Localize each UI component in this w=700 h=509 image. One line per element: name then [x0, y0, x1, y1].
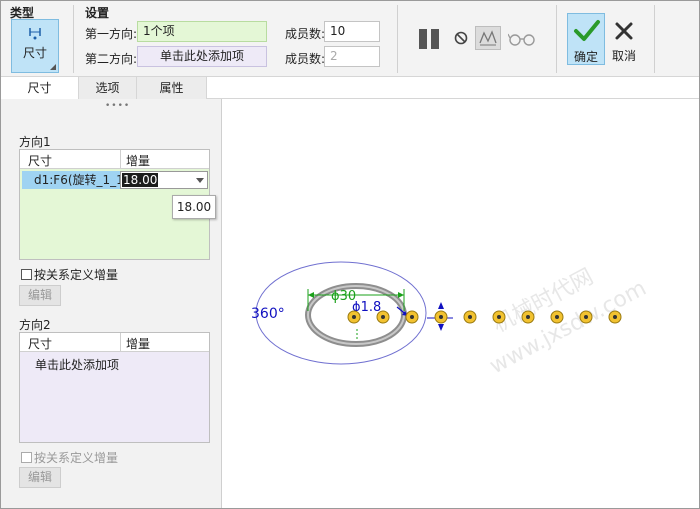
no-preview-icon[interactable]: [454, 31, 468, 45]
table-header: 尺寸 增量: [20, 333, 209, 352]
relation-increment-checkbox-1[interactable]: 按关系定义增量: [21, 266, 118, 283]
checkmark-icon: [574, 20, 600, 41]
pattern-member[interactable]: [405, 310, 419, 324]
pattern-member-center: [410, 315, 414, 319]
pause-icon[interactable]: [419, 29, 441, 49]
relation-increment-checkbox-2[interactable]: 按关系定义增量: [21, 449, 118, 466]
direction2-section-label: 方向2: [19, 318, 51, 332]
separator: [397, 5, 398, 73]
pattern-member-center: [468, 315, 472, 319]
pattern-member[interactable]: [579, 310, 593, 324]
panel-grip[interactable]: ••••: [105, 101, 130, 111]
dropdown-corner-icon: [50, 64, 56, 70]
separator: [654, 5, 655, 73]
edit-button-2[interactable]: 编辑: [19, 467, 61, 488]
members2-label: 成员数:: [285, 52, 326, 66]
members1-label: 成员数:: [285, 27, 326, 41]
column-increment-header: 增量: [126, 154, 151, 168]
verify-icon: [479, 30, 497, 46]
ok-label: 确定: [573, 50, 598, 64]
pattern-member[interactable]: [463, 310, 477, 324]
direction2-table[interactable]: 尺寸 增量 单击此处添加项: [19, 332, 210, 443]
increment-dropdown[interactable]: 18.00: [120, 171, 208, 189]
settings-group-label: 设置: [85, 6, 110, 20]
pattern-member-center: [555, 315, 559, 319]
members2-input[interactable]: 2: [324, 46, 380, 67]
dimension-type-label: 尺寸: [22, 46, 47, 60]
column-dimension-header: 尺寸: [28, 154, 53, 168]
tab-options[interactable]: 选项: [79, 77, 137, 99]
cancel-label: 取消: [611, 49, 636, 63]
pattern-member[interactable]: [376, 310, 390, 324]
dimension-type-button[interactable]: 尺寸: [11, 19, 59, 73]
pattern-member[interactable]: [550, 310, 564, 324]
graphics-canvas[interactable]: 机械时代网 www.jxsdw.com 360° ϕ30 ϕ1.8: [223, 99, 699, 508]
pattern-member[interactable]: [521, 310, 535, 324]
model-view[interactable]: 机械时代网 www.jxsdw.com 360° ϕ30 ϕ1.8: [223, 99, 699, 508]
chevron-down-icon[interactable]: [196, 178, 204, 183]
separator: [73, 5, 74, 73]
column-increment-header: 增量: [126, 337, 151, 351]
angle-dimension-label[interactable]: 360°: [251, 306, 285, 322]
glasses-icon[interactable]: [508, 32, 536, 46]
ok-button[interactable]: 确定: [567, 13, 605, 65]
tab-dimensions[interactable]: 尺寸: [1, 77, 79, 99]
relation-increment-label-1: 按关系定义增量: [34, 268, 119, 282]
relation-increment-label-2: 按关系定义增量: [34, 451, 119, 465]
direction1-label: 第一方向:: [85, 27, 138, 41]
cancel-button[interactable]: 取消: [605, 13, 643, 65]
pattern-member[interactable]: [347, 310, 361, 324]
dimension-type-icon: [29, 28, 41, 40]
increment-value[interactable]: 18.00: [122, 173, 159, 187]
tab-bar: 尺寸 选项 属性: [1, 77, 699, 99]
pattern-member-center: [584, 315, 588, 319]
ribbon-toolbar: 类型 尺寸 设置 第一方向: 1个项 第二方向: 单击此处添加项 成员数: 10…: [1, 1, 699, 77]
tab-properties[interactable]: 属性: [137, 77, 207, 99]
pattern-member[interactable]: [434, 310, 448, 324]
separator: [556, 5, 557, 73]
pattern-member-center: [439, 315, 443, 319]
members1-input[interactable]: 10: [324, 21, 380, 42]
pattern-member-center: [613, 315, 617, 319]
increment-tooltip: 18.00: [172, 195, 216, 219]
pattern-member-center: [526, 315, 530, 319]
pattern-member-center: [497, 315, 501, 319]
edit-button-1[interactable]: 编辑: [19, 285, 61, 306]
pattern-member-center: [381, 315, 385, 319]
direction1-collector[interactable]: 1个项: [137, 21, 267, 42]
dimension-cell[interactable]: d1:F6(旋转_1_1): [22, 171, 128, 189]
direction2-label: 第二方向:: [85, 52, 138, 66]
column-dimension-header: 尺寸: [28, 337, 53, 351]
verify-model-button[interactable]: [475, 26, 501, 50]
direction2-collector[interactable]: 单击此处添加项: [137, 46, 267, 67]
direction1-section-label: 方向1: [19, 135, 51, 149]
add-item-placeholder[interactable]: 单击此处添加项: [35, 356, 119, 373]
pattern-member[interactable]: [608, 310, 622, 324]
close-icon: [615, 22, 633, 40]
pattern-member-center: [352, 315, 356, 319]
pattern-member[interactable]: [492, 310, 506, 324]
table-header: 尺寸 增量: [20, 150, 209, 169]
dimensions-panel: •••• 方向1 尺寸 增量 d1:F6(旋转_1_1) 18.00 按关系定义…: [1, 99, 222, 508]
